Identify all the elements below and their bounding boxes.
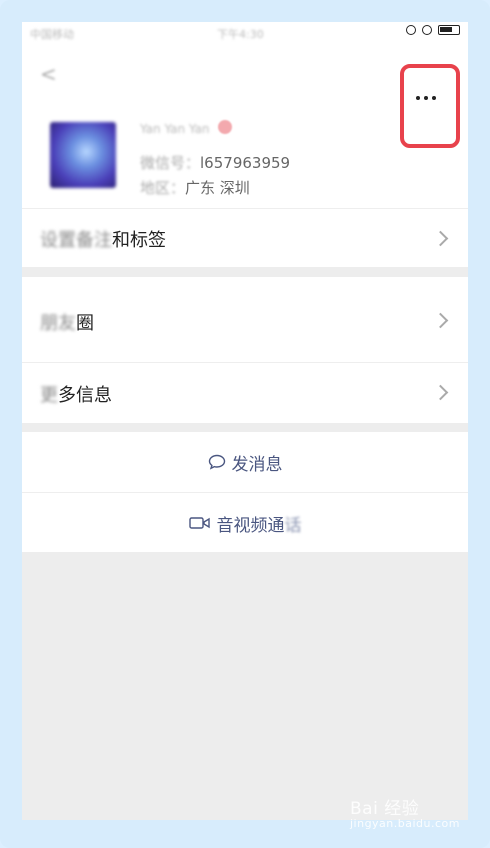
nickname: Yan Yan Yan (140, 122, 210, 136)
video-call-label: 音视频通话 (216, 515, 302, 536)
region-label: 地区： (140, 179, 186, 197)
more-options-button[interactable] (400, 64, 460, 148)
send-message-button[interactable]: 发消息 (22, 432, 468, 492)
watermark-brand: Bai 经验 (349, 799, 420, 819)
wechat-id-value: l657963959 (200, 154, 291, 172)
battery-icon (438, 25, 460, 35)
more-dots-icon (416, 96, 436, 100)
action-buttons: 发消息 音视频通话 (22, 432, 468, 552)
more-info-row[interactable]: 更多信息 (22, 362, 468, 423)
gender-icon (218, 120, 232, 134)
region-line: 地区：广东 深圳 (140, 177, 250, 198)
chevron-right-icon (432, 384, 449, 401)
watermark-url: jingyan.baidu.com (349, 817, 460, 830)
more-info-label: 更多信息 (40, 385, 112, 406)
chevron-right-icon (432, 230, 449, 247)
remark-tags-label: 设置备注和标签 (40, 230, 166, 251)
video-camera-icon (188, 517, 210, 529)
moments-row[interactable]: 朋友圈 (22, 277, 468, 362)
alarm-icon (422, 25, 432, 35)
video-call-button[interactable]: 音视频通话 (22, 492, 468, 553)
wechat-id-line: 微信号：l657963959 (140, 152, 290, 173)
profile-header: < Yan Yan Yan 微信号：l657963959 地区：广东 深圳 (22, 44, 468, 230)
carrier-label: 中国移动 (30, 28, 74, 41)
region-value: 广东 深圳 (185, 179, 250, 197)
avatar[interactable] (50, 122, 116, 188)
lock-rotation-icon (406, 25, 416, 35)
wechat-id-label: 微信号： (140, 154, 201, 172)
chat-bubble-icon (208, 454, 225, 470)
clock: 下午4:30 (217, 28, 264, 41)
phone-screen: 中国移动 下午4:30 < Yan Yan Yan 微信号：l657963959… (22, 22, 468, 820)
chevron-right-icon (432, 312, 449, 329)
status-icons (406, 25, 460, 35)
baidu-watermark: Bai 经验 jingyan.baidu.com (350, 794, 460, 830)
moments-label: 朋友圈 (40, 313, 94, 334)
send-message-label: 发消息 (231, 454, 283, 475)
remark-tags-row[interactable]: 设置备注和标签 (22, 208, 468, 267)
status-bar: 中国移动 下午4:30 (22, 22, 468, 44)
back-icon[interactable]: < (40, 62, 57, 86)
